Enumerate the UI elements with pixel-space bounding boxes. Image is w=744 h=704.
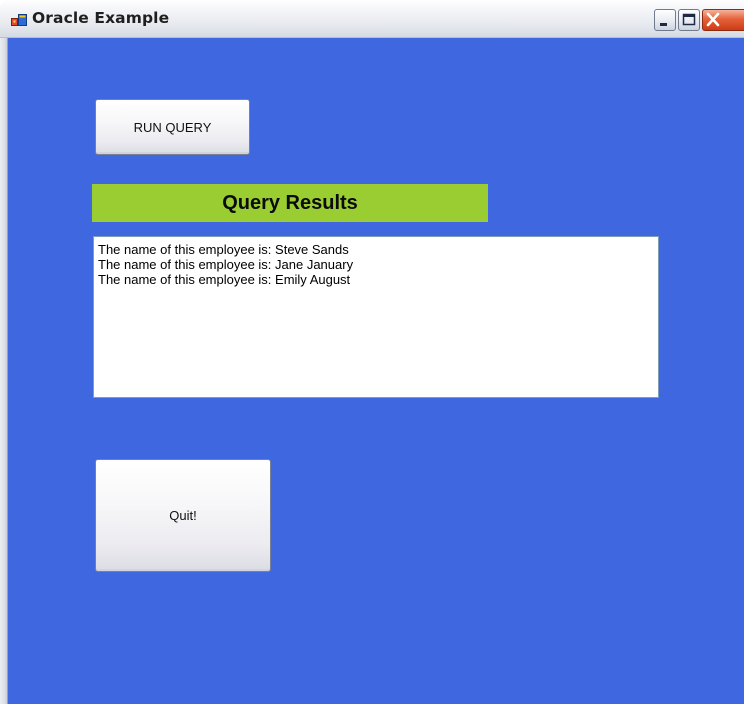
list-item[interactable]: The name of this employee is: Jane Janua… (98, 257, 658, 272)
window-frame-left (0, 38, 8, 704)
list-item[interactable]: The name of this employee is: Emily Augu… (98, 272, 658, 287)
close-icon (706, 12, 720, 27)
close-button[interactable] (702, 9, 744, 31)
title-bar[interactable]: Oracle Example (0, 0, 744, 38)
client-area: RUN QUERY Query Results The name of this… (0, 38, 744, 704)
window-title: Oracle Example (32, 9, 170, 27)
list-item[interactable]: The name of this employee is: Steve Sand… (98, 242, 658, 257)
maximize-button[interactable] (678, 9, 700, 31)
query-results-header: Query Results (92, 184, 488, 222)
quit-button[interactable]: Quit! (95, 459, 271, 572)
run-query-button[interactable]: RUN QUERY (95, 99, 250, 155)
minimize-button[interactable] (654, 9, 676, 31)
maximize-icon (682, 13, 696, 26)
minimize-icon (660, 23, 667, 26)
results-listbox[interactable]: The name of this employee is: Steve Sand… (93, 236, 659, 398)
app-window-icon (11, 12, 27, 28)
app-window: Oracle Example RUN QUERY Query Results T… (0, 0, 744, 704)
